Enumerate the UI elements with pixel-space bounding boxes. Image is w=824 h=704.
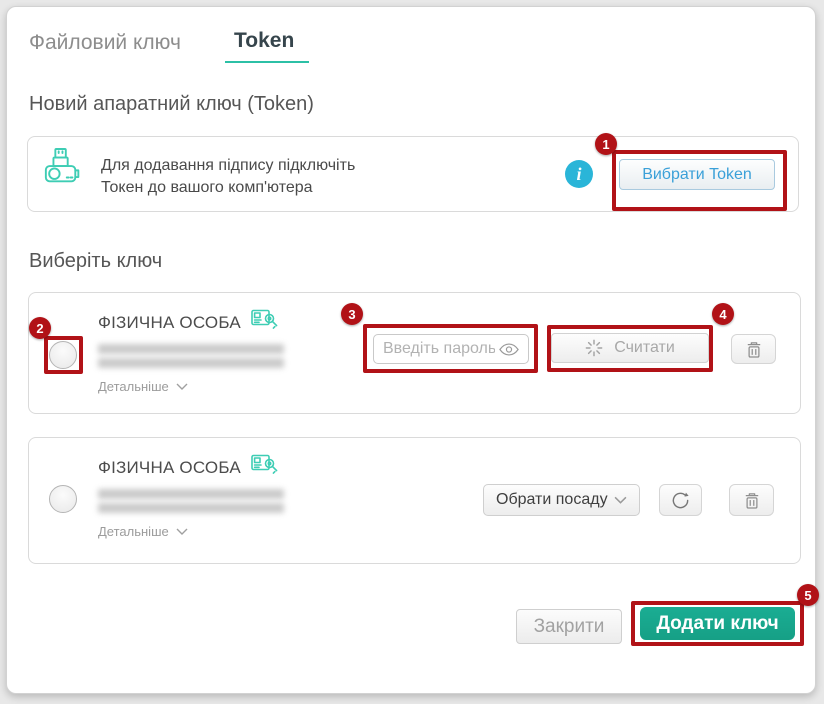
key-1-password-field[interactable] [373, 334, 529, 364]
trash-icon [746, 340, 762, 359]
chevron-down-icon [614, 496, 627, 504]
key-2-delete-button[interactable] [729, 484, 774, 516]
add-key-button[interactable]: Додати ключ [640, 607, 795, 640]
trash-icon [744, 491, 760, 510]
info-icon[interactable]: i [565, 160, 593, 188]
active-tab-underline [225, 61, 309, 63]
tab-file-key[interactable]: Файловий ключ [29, 31, 181, 55]
key-1-owner-name-blurred [98, 344, 284, 354]
spinner-icon [585, 339, 603, 357]
id-key-icon [251, 309, 278, 332]
key-2-refresh-button[interactable] [659, 484, 702, 516]
select-token-button[interactable]: Вибрати Token [619, 159, 775, 190]
key-2-radio[interactable] [49, 485, 77, 513]
usb-token-icon [43, 147, 81, 189]
read-key-label: Считати [614, 339, 675, 357]
position-select-dropdown[interactable]: Обрати посаду [483, 484, 640, 516]
token-instruction-line1: Для додавання підпису підключіть [101, 155, 355, 177]
key-1-details-label: Детальніше [98, 379, 169, 394]
eye-icon[interactable] [499, 343, 519, 356]
tab-token[interactable]: Token [234, 29, 294, 53]
key-2-details-toggle[interactable]: Детальніше [98, 524, 188, 539]
key-1-owner-type: ФІЗИЧНА ОСОБА [98, 313, 241, 333]
key-2-owner-name2-blurred [98, 503, 284, 513]
annotation-badge-5: 5 [797, 584, 819, 606]
new-hardware-key-heading: Новий апаратний ключ (Token) [29, 93, 314, 116]
close-label: Закрити [534, 616, 605, 638]
token-instruction-text: Для додавання підпису підключіть Токен д… [101, 155, 355, 199]
select-token-label: Вибрати Token [642, 166, 752, 184]
key-2-owner-type: ФІЗИЧНА ОСОБА [98, 458, 241, 478]
key-1-owner-name2-blurred [98, 358, 284, 368]
add-key-label: Додати ключ [656, 613, 778, 635]
add-key-dialog: Файловий ключ Token Новий апаратний ключ… [6, 6, 816, 694]
key-2-details-label: Детальніше [98, 524, 169, 539]
chevron-down-icon [176, 383, 188, 390]
close-button[interactable]: Закрити [516, 609, 622, 644]
id-key-icon [251, 454, 278, 477]
key-1-delete-button[interactable] [731, 334, 776, 364]
key-1-radio[interactable] [49, 341, 77, 369]
chevron-down-icon [176, 528, 188, 535]
token-instruction-line2: Токен до вашого комп'ютера [101, 177, 355, 199]
choose-key-heading: Виберіть ключ [29, 250, 162, 273]
position-select-label: Обрати посаду [496, 491, 608, 509]
key-1-details-toggle[interactable]: Детальніше [98, 379, 188, 394]
refresh-icon [670, 490, 691, 511]
key-2-owner-name-blurred [98, 489, 284, 499]
read-key-button[interactable]: Считати [551, 333, 709, 363]
key-1-password-input[interactable] [383, 340, 495, 358]
